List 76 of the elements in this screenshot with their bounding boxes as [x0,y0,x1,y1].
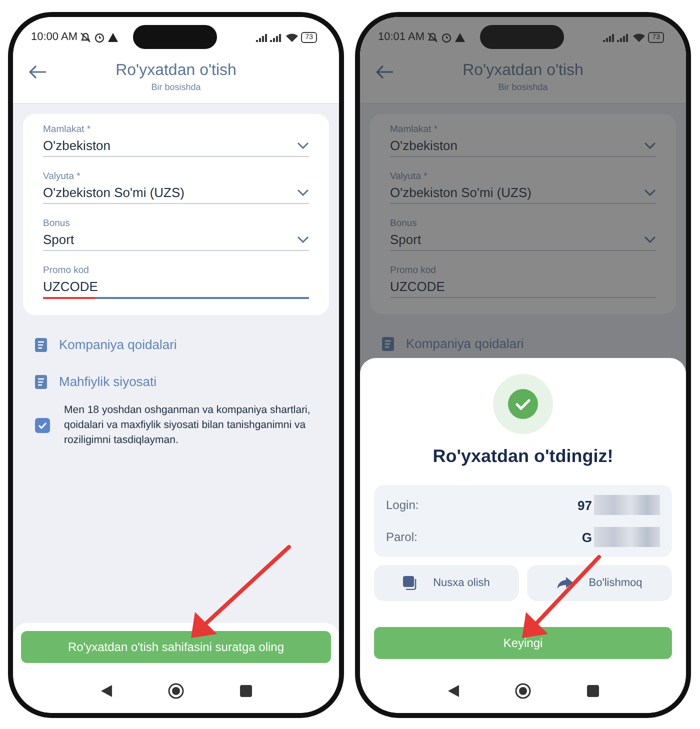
next-button[interactable]: Keyingi [374,627,672,659]
chevron-down-icon [644,142,656,149]
chevron-down-icon [297,236,309,243]
field-label: Valyuta * [390,171,428,182]
status-time: 10:00 AM [31,31,78,43]
share-arrow-icon [556,577,573,589]
document-icon [35,374,47,388]
credential-label: Login: [386,498,419,512]
field-label: Promo kod [390,265,437,276]
chevron-down-icon [297,189,309,196]
credential-value: 97 [578,498,592,512]
policy-link[interactable]: Kompaniya qoidalari [59,337,177,352]
document-icon [382,336,394,350]
field-value: Sport [43,232,74,247]
field-label: Bonus [390,218,418,229]
field-value: UZCODE [390,279,445,294]
nav-recents-icon[interactable] [240,685,252,697]
field-value: O'zbekiston [390,138,458,153]
back-arrow-icon[interactable] [376,65,394,79]
nav-back-icon[interactable] [448,685,458,697]
success-title: Ro'yxatdan o'tdingiz! [432,446,614,467]
agreement-checkbox[interactable] [35,418,50,433]
back-arrow-icon[interactable] [29,65,47,79]
field-label: Valyuta * [43,171,82,182]
credential-value: G [582,530,592,544]
credential-label: Parol: [386,530,418,544]
chevron-down-icon [644,236,656,243]
policy-link[interactable]: Kompaniya qoidalari [406,336,524,351]
nav-back-icon[interactable] [100,685,112,697]
copy-button[interactable]: Nusxa olish [374,565,519,601]
agreement-text: Men 18 yoshdan oshganman va kompaniya shartlari, qoidalari va maxfiylik siyosati bilan tanishganimni va roziligimni tasdiqlayman. [64,403,312,448]
redacted-block [594,495,660,515]
nav-home-icon[interactable] [514,683,530,699]
select-field[interactable]: Valyuta * O'zbekiston So'mi (UZS) [390,171,656,204]
signal-icon [255,32,284,42]
select-field[interactable]: Mamlakat * O'zbekiston [390,124,656,157]
wifi-icon [633,32,646,42]
input-field[interactable]: Promo kod UZCODE [43,265,309,299]
notifications-off-icon [427,32,438,42]
document-icon [35,338,47,352]
policy-link[interactable]: Mahfiylik siyosati [59,374,157,389]
screen-title: Ro'yxatdan o'tish [462,62,584,80]
nav-recents-icon[interactable] [586,685,598,697]
input-field[interactable]: Promo kod UZCODE [390,265,656,298]
screen-subtitle: Bir bosishda [151,82,201,92]
select-field[interactable]: Mamlakat * O'zbekiston [43,124,309,157]
select-field[interactable]: Bonus Sport [390,218,656,251]
screen-subtitle: Bir bosishda [498,82,548,92]
select-field[interactable]: Bonus Sport [43,218,309,251]
select-field[interactable]: Valyuta * O'zbekiston So'mi (UZS) [43,171,309,204]
alarm-icon [441,32,452,42]
notifications-off-icon [80,32,92,42]
wifi-icon [286,32,298,42]
signal-icon [602,32,630,42]
screen-title: Ro'yxatdan o'tish [116,62,236,80]
field-label: Bonus [43,218,71,229]
field-value: O'zbekiston So'mi (UZS) [43,185,184,200]
copy-icon [403,576,418,590]
field-value: UZCODE [43,279,98,294]
chevron-down-icon [644,189,656,196]
checkmark-icon [38,422,47,429]
status-time: 10:01 AM [378,31,424,43]
field-label: Promo kod [43,265,90,276]
field-value: O'zbekiston [43,138,111,153]
field-value: Sport [390,232,422,247]
share-button[interactable]: Bo'lishmoq [527,565,672,601]
field-label: Mamlakat * [390,124,439,135]
alarm-icon [94,32,106,42]
field-label: Mamlakat * [43,124,92,135]
warning-icon [108,32,118,42]
field-value: O'zbekiston So'mi (UZS) [390,185,532,200]
nav-home-icon[interactable] [168,683,184,699]
chevron-down-icon [297,142,309,149]
redacted-block [594,527,660,547]
warning-icon [455,32,466,42]
screenshot-button[interactable]: Ro'yxatdan o'tish sahifasini suratga oling [21,631,331,663]
